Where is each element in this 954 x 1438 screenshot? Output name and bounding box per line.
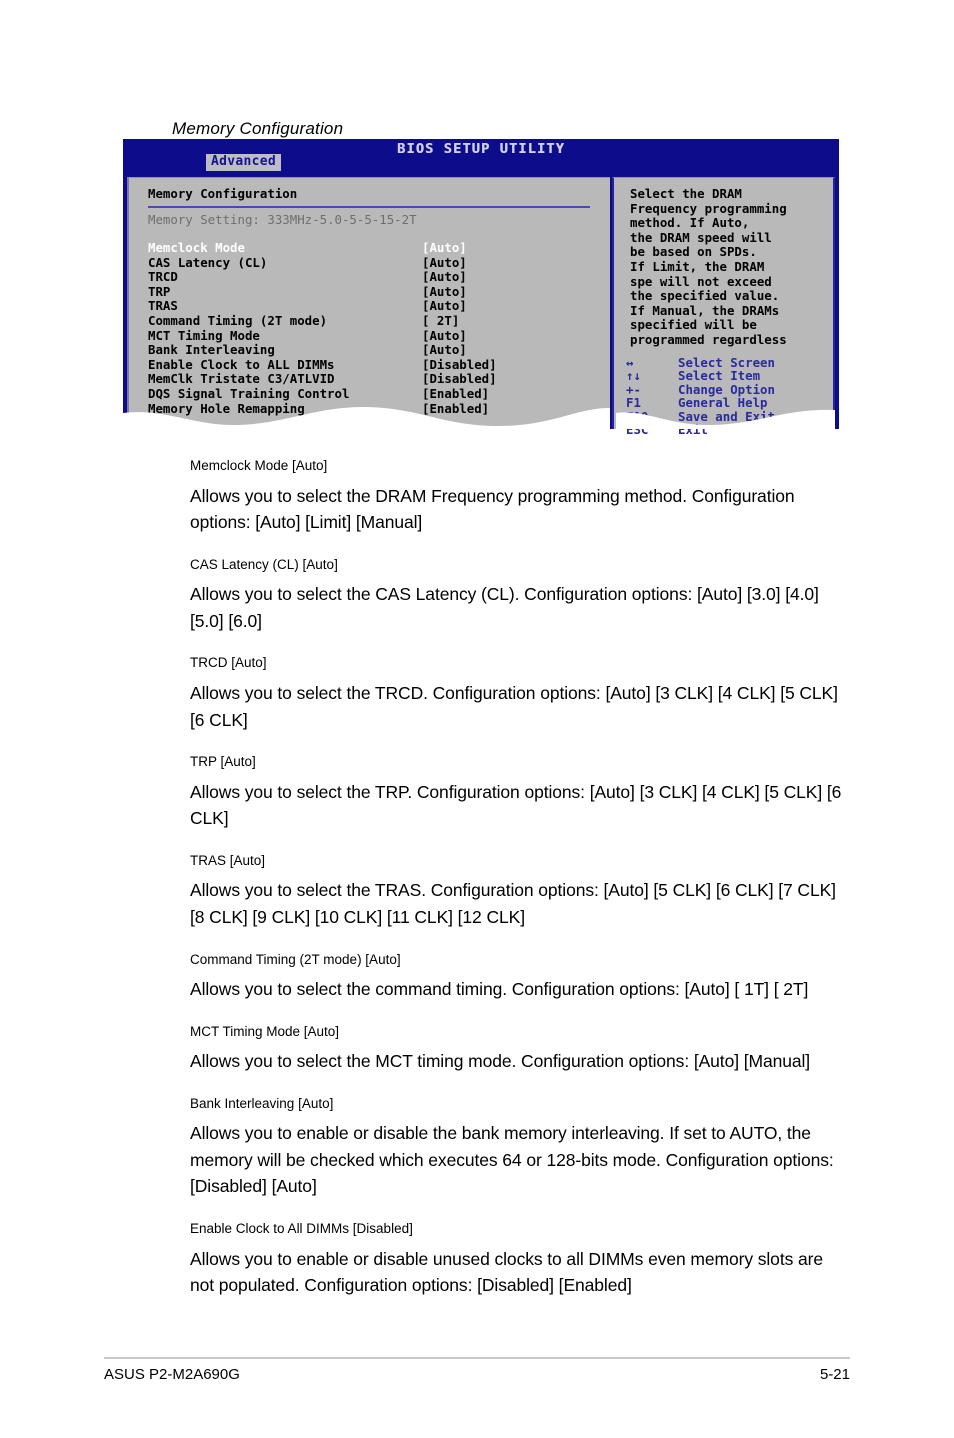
page-title: Memory Configuration	[172, 119, 344, 140]
bios-option-label: Enable Clock to ALL DIMMs	[148, 356, 335, 372]
bios-legend-key: ↔	[626, 355, 634, 370]
bios-setup-screenshot: BIOS SETUP UTILITY Advanced Memory Confi…	[123, 139, 839, 436]
setting-description: Allows you to select the DRAM Frequency …	[190, 485, 795, 533]
bios-key-legend: ↔ Select Screen ↑↓ Select Item +- Change Opti…	[626, 355, 775, 438]
bios-section-title: Memory Configuration	[148, 186, 298, 201]
bios-option-label: Memclock Mode	[148, 240, 245, 255]
footer-divider	[104, 1357, 850, 1359]
bios-option-value[interactable]: [Auto]	[422, 270, 467, 285]
setting-heading: CAS Latency (CL) [Auto]	[190, 556, 338, 572]
setting-description: Allows you to select the TRCD. Configura…	[190, 682, 838, 730]
bios-option-label: TRAS	[148, 298, 178, 314]
bios-legend-row: F10 Save and Exit	[626, 408, 775, 424]
bios-option-label: MCT Timing Mode	[148, 327, 260, 343]
tab-advanced[interactable]: Advanced	[206, 154, 282, 172]
bios-option-value[interactable]: [Disabled]	[422, 357, 497, 373]
bios-legend-row: +- Change Option	[626, 381, 775, 397]
bios-legend-row: ↑↓ Select Item	[626, 368, 775, 384]
bios-legend-key: F10	[626, 408, 649, 424]
manual-body: Memclock Mode [Auto] Allows you to select…	[190, 458, 850, 1299]
bios-help-text: Select the DRAM Frequency programming me…	[630, 186, 787, 347]
bios-option-value[interactable]: [Enabled]	[422, 401, 489, 417]
bios-option-label: MemClk Tristate C3/ATLVID	[148, 371, 335, 387]
setting-description: Allows you to select the CAS Latency (CL…	[190, 584, 819, 631]
bios-legend-key: ↑↓	[626, 368, 641, 384]
setting-description: Allows you to enable or disable unused c…	[190, 1248, 823, 1296]
bios-option-value[interactable]: [Disabled]	[422, 372, 497, 387]
bios-legend-action: Exit	[678, 422, 708, 438]
memory-setting-readout: Memory Setting: 333MHz-5.0-5-5-15-2T	[148, 212, 417, 227]
bios-option-value[interactable]: [Auto]	[422, 255, 467, 271]
setting-heading: Enable Clock to All DIMMs [Disabled]	[190, 1221, 413, 1237]
bios-section-divider	[148, 206, 590, 208]
bios-option-value[interactable]: [Enabled]	[422, 386, 489, 402]
setting-description: Allows you to select the command timing.…	[190, 979, 809, 1000]
bios-legend-key: F1	[626, 395, 641, 411]
bios-legend-row: ESC Exit	[626, 422, 775, 438]
bios-titlebar: BIOS SETUP UTILITY Advanced	[123, 139, 839, 175]
bios-option-label: DQS Signal Training Control	[148, 385, 350, 401]
bios-body: Memory Configuration Memory Setting: 333…	[123, 175, 839, 436]
bios-option-value[interactable]: [ 2T]	[422, 313, 459, 329]
bios-option-value[interactable]: [Auto]	[422, 343, 467, 358]
footer-product-name: ASUS P2-M2A690G	[104, 1366, 240, 1383]
bios-option-value[interactable]: [Auto]	[422, 240, 467, 256]
bios-option-value[interactable]: [Auto]	[422, 284, 467, 300]
footer-page-number: 5-21	[819, 1366, 850, 1383]
bios-option-value[interactable]: [Auto]	[422, 299, 467, 314]
setting-description: Allows you to enable or disable the bank…	[190, 1123, 834, 1197]
setting-heading: TRAS [Auto]	[190, 852, 266, 868]
setting-description: Allows you to select the TRAS. Configura…	[190, 880, 836, 927]
bios-legend-row: ↔ Select Screen	[626, 355, 775, 370]
bios-option-label: Command Timing (2T mode)	[148, 312, 328, 328]
bios-main-panel: Memory Configuration Memory Setting: 333…	[127, 177, 610, 429]
bios-legend-key: +-	[626, 381, 641, 397]
setting-heading: TRCD [Auto]	[190, 655, 267, 671]
setting-description: Allows you to select the TRP. Configurat…	[190, 781, 842, 829]
bios-legend-key: ESC	[626, 422, 649, 438]
bios-option-label: TRP	[148, 283, 171, 299]
bios-option-value[interactable]: [Auto]	[422, 328, 467, 344]
setting-heading: Bank Interleaving [Auto]	[190, 1095, 334, 1111]
setting-heading: Memclock Mode [Auto]	[190, 458, 328, 473]
setting-description: Allows you to select the MCT timing mode…	[190, 1051, 811, 1072]
bios-option-label: CAS Latency (CL)	[148, 254, 268, 270]
setting-heading: MCT Timing Mode [Auto]	[190, 1023, 340, 1039]
bios-option-label: TRCD	[148, 269, 178, 285]
setting-heading: TRP [Auto]	[190, 754, 256, 770]
bios-option-label: Memory Hole Remapping	[148, 400, 305, 416]
bios-help-panel: Select the DRAM Frequency programming me…	[612, 177, 835, 436]
bios-legend-row: F1 General Help	[626, 395, 775, 411]
bios-option-label: Bank Interleaving	[148, 342, 275, 358]
setting-heading: Command Timing (2T mode) [Auto]	[190, 951, 401, 967]
